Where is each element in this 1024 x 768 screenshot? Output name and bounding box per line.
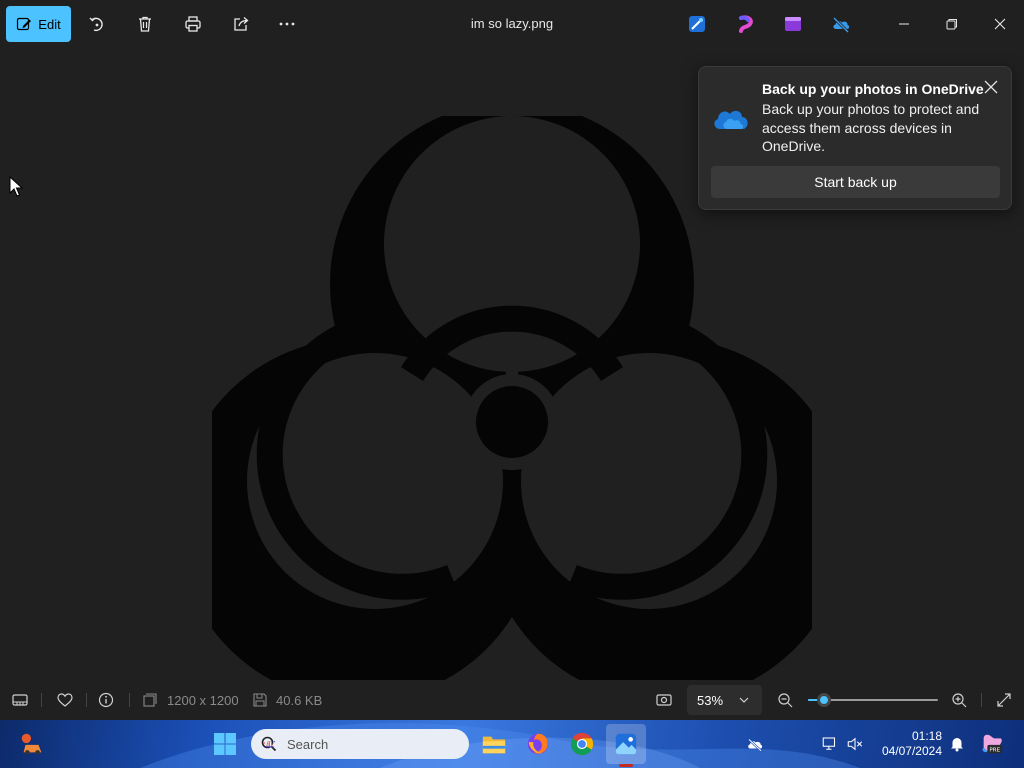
edit-button[interactable]: Edit xyxy=(6,6,71,42)
onedrive-tray-button[interactable] xyxy=(740,729,770,759)
chrome-icon xyxy=(570,732,594,756)
svg-text:PRE: PRE xyxy=(989,747,1000,753)
edit-icon xyxy=(17,17,32,31)
clock-date: 04/07/2024 xyxy=(881,744,942,758)
firefox-button[interactable] xyxy=(523,729,553,759)
file-size-icon-wrap xyxy=(251,691,269,709)
fit-to-window-button[interactable] xyxy=(655,691,673,709)
taskbar-search[interactable]: Search xyxy=(251,729,469,759)
zoom-slider-thumb[interactable] xyxy=(816,693,831,707)
firefox-icon xyxy=(527,733,549,755)
close-window-button[interactable] xyxy=(988,12,1012,36)
restore-icon xyxy=(946,19,957,30)
save-disk-icon xyxy=(253,693,267,707)
favorite-button[interactable] xyxy=(56,691,74,709)
chrome-button[interactable] xyxy=(567,729,597,759)
copilot-button[interactable]: PRE xyxy=(977,729,1007,759)
windows-taskbar: Search 01:18 04/07/2024 PRE xyxy=(0,720,1024,768)
dimensions-icon-wrap xyxy=(141,691,159,709)
delete-button[interactable] xyxy=(133,12,157,36)
photos-app-icon xyxy=(615,733,637,755)
video-editor-app-icon[interactable] xyxy=(783,14,803,34)
bottom-status-bar: 1200 x 1200 40.6 KB 53% xyxy=(0,680,1024,720)
traffic-car-icon xyxy=(21,733,42,755)
more-options-button[interactable] xyxy=(275,12,299,36)
chevron-down-icon xyxy=(739,697,749,703)
photos-app-button[interactable] xyxy=(611,729,641,759)
trash-icon xyxy=(139,16,151,32)
weather-widget[interactable] xyxy=(17,729,47,759)
minimize-icon xyxy=(899,23,909,25)
notification-body: Back up your photos to protect and acces… xyxy=(762,101,980,154)
rotate-button[interactable] xyxy=(85,12,109,36)
zoom-in-icon xyxy=(952,693,967,708)
status-separator xyxy=(86,693,87,707)
onedrive-sync-off-icon[interactable] xyxy=(831,14,851,34)
info-icon xyxy=(98,692,114,708)
zoom-out-icon xyxy=(778,693,793,708)
notification-title: Back up your photos in OneDrive xyxy=(762,81,984,97)
status-separator xyxy=(981,693,982,707)
rotate-icon xyxy=(89,17,103,32)
onedrive-cloud-icon xyxy=(714,110,748,129)
copilot-pre-icon: PRE xyxy=(982,734,1003,753)
zoom-level-value: 53% xyxy=(697,692,724,708)
active-app-indicator xyxy=(619,764,633,767)
notifications-button[interactable] xyxy=(942,729,972,759)
share-icon xyxy=(234,17,249,31)
search-placeholder: Search xyxy=(287,736,329,752)
file-size: 40.6 KB xyxy=(276,693,323,708)
network-icon xyxy=(822,737,836,750)
share-button[interactable] xyxy=(229,12,253,36)
file-info-button[interactable] xyxy=(97,691,115,709)
clipchamp-app-icon[interactable] xyxy=(736,14,756,34)
fullscreen-button[interactable] xyxy=(995,691,1013,709)
clock-time: 01:18 xyxy=(911,729,942,743)
windows-logo-icon xyxy=(214,733,236,755)
more-icon xyxy=(279,22,295,26)
notification-close-icon[interactable] xyxy=(983,79,999,95)
bell-icon xyxy=(951,738,963,752)
close-icon xyxy=(994,18,1006,30)
folder-icon xyxy=(482,736,506,754)
file-explorer-button[interactable] xyxy=(479,729,509,759)
zoom-level-dropdown[interactable]: 53% xyxy=(687,685,762,715)
zoom-out-button[interactable] xyxy=(776,691,794,709)
fit-window-icon xyxy=(656,694,672,706)
minimize-button[interactable] xyxy=(892,12,916,36)
system-clock[interactable]: 01:18 04/07/2024 xyxy=(868,729,942,759)
print-button[interactable] xyxy=(181,12,205,36)
edit-label: Edit xyxy=(38,16,61,32)
dimensions-icon xyxy=(143,693,157,707)
start-backup-button[interactable]: Start back up xyxy=(711,166,1000,198)
filmstrip-icon xyxy=(12,694,28,706)
status-separator xyxy=(41,693,42,707)
status-separator xyxy=(129,693,130,707)
zoom-slider[interactable] xyxy=(808,692,938,708)
volume-tray-button[interactable] xyxy=(840,729,870,759)
top-toolbar: Edit im so lazy.png xyxy=(0,0,1024,48)
maximize-button[interactable] xyxy=(940,12,964,36)
start-button[interactable] xyxy=(210,729,240,759)
volume-muted-icon xyxy=(847,737,863,751)
filmstrip-button[interactable] xyxy=(11,691,29,709)
onedrive-backup-notification: Back up your photos in OneDrive Back up … xyxy=(698,66,1012,210)
search-highlight-hat-icon xyxy=(263,741,275,748)
heart-icon xyxy=(57,693,73,707)
photo-editor-app-icon[interactable] xyxy=(687,14,707,34)
file-title: im so lazy.png xyxy=(470,16,554,31)
image-dimensions: 1200 x 1200 xyxy=(167,693,239,708)
expand-icon xyxy=(997,693,1011,707)
onedrive-tray-icon xyxy=(748,738,763,752)
printer-icon xyxy=(185,16,201,32)
mouse-cursor-icon xyxy=(9,176,23,197)
zoom-in-button[interactable] xyxy=(950,691,968,709)
